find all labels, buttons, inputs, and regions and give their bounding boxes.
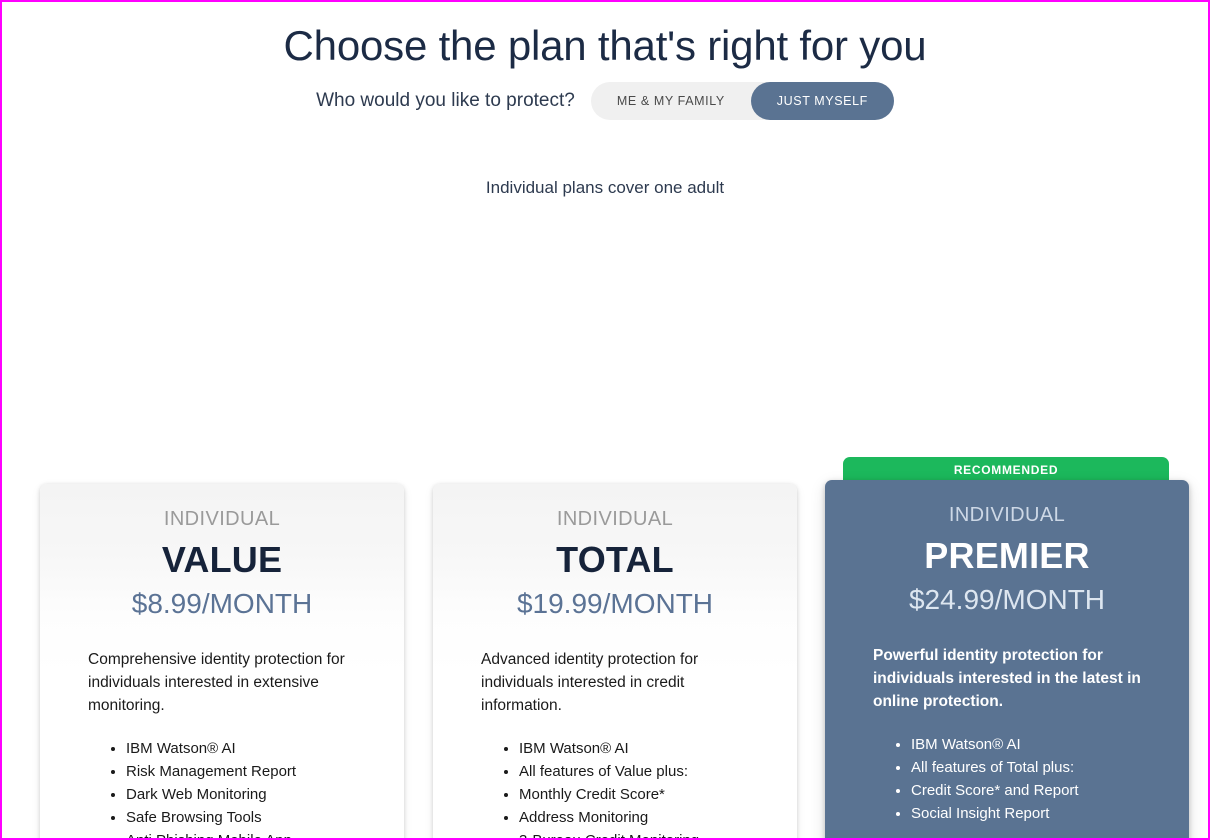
list-item: All features of Total plus: <box>911 756 1163 779</box>
plan-feature-list: IBM Watson® AI All features of Total plu… <box>851 733 1163 825</box>
plan-card-premier-inner: INDIVIDUAL PREMIER $24.99/MONTH Powerful… <box>825 480 1189 838</box>
plan-tier-label: INDIVIDUAL <box>163 508 281 530</box>
list-item: 3-Bureau Credit Monitoring <box>519 829 771 838</box>
plan-description: Comprehensive identity protection for in… <box>88 651 345 714</box>
list-item: Safe Browsing Tools <box>126 806 378 829</box>
plan-tier-label: INDIVIDUAL <box>948 504 1066 526</box>
toggle-option-family[interactable]: ME & MY FAMILY <box>591 82 751 120</box>
list-item: Address Monitoring <box>519 806 771 829</box>
toggle-option-myself[interactable]: JUST MYSELF <box>750 82 894 120</box>
list-item: Monthly Credit Score* <box>519 783 771 806</box>
list-item: Anti Phishing Mobile App <box>126 829 378 838</box>
plan-price: $24.99/MONTH <box>908 584 1106 615</box>
plan-price: $8.99/MONTH <box>131 588 313 619</box>
audience-toggle-row: Who would you like to protect? ME & MY F… <box>2 82 1208 120</box>
plan-name: PREMIER <box>924 535 1090 576</box>
plan-name: VALUE <box>161 539 283 580</box>
list-item: Social Insight Report <box>911 802 1163 825</box>
plan-card-value[interactable]: INDIVIDUAL VALUE $8.99/MONTH Comprehensi… <box>40 484 404 838</box>
plan-feature-list: IBM Watson® AI Risk Management Report Da… <box>66 737 378 838</box>
plan-price: $19.99/MONTH <box>516 588 714 619</box>
plan-card-total-inner: INDIVIDUAL TOTAL $19.99/MONTH Advanced i… <box>433 484 797 838</box>
list-item: Risk Management Report <box>126 760 378 783</box>
plans-subtitle: Individual plans cover one adult <box>485 178 725 197</box>
list-item: IBM Watson® AI <box>519 737 771 760</box>
plan-feature-list: IBM Watson® AI All features of Value plu… <box>459 737 771 838</box>
plan-card-total[interactable]: INDIVIDUAL TOTAL $19.99/MONTH Advanced i… <box>433 484 797 838</box>
audience-toggle-group[interactable]: ME & MY FAMILY JUST MYSELF <box>590 82 894 120</box>
pricing-page: Choose the plan that's right for you Who… <box>2 2 1208 838</box>
plan-description: Advanced identity protection for individ… <box>481 651 699 714</box>
list-item: All features of Value plus: <box>519 760 771 783</box>
plan-tier-label: INDIVIDUAL <box>556 508 674 530</box>
plan-name: TOTAL <box>556 539 674 580</box>
page-title: Choose the plan that's right for you <box>283 22 927 69</box>
plan-card-value-inner: INDIVIDUAL VALUE $8.99/MONTH Comprehensi… <box>40 484 404 838</box>
plan-cards: INDIVIDUAL VALUE $8.99/MONTH Comprehensi… <box>2 198 1208 838</box>
plan-description: Powerful identity protection for individ… <box>873 647 1141 710</box>
plan-card-premier[interactable]: INDIVIDUAL PREMIER $24.99/MONTH Powerful… <box>825 480 1189 838</box>
list-item: Dark Web Monitoring <box>126 783 378 806</box>
list-item: IBM Watson® AI <box>911 733 1163 756</box>
toggle-question-label: Who would you like to protect? <box>316 90 575 111</box>
list-item: IBM Watson® AI <box>126 737 378 760</box>
list-item: Credit Score* and Report <box>911 779 1163 802</box>
